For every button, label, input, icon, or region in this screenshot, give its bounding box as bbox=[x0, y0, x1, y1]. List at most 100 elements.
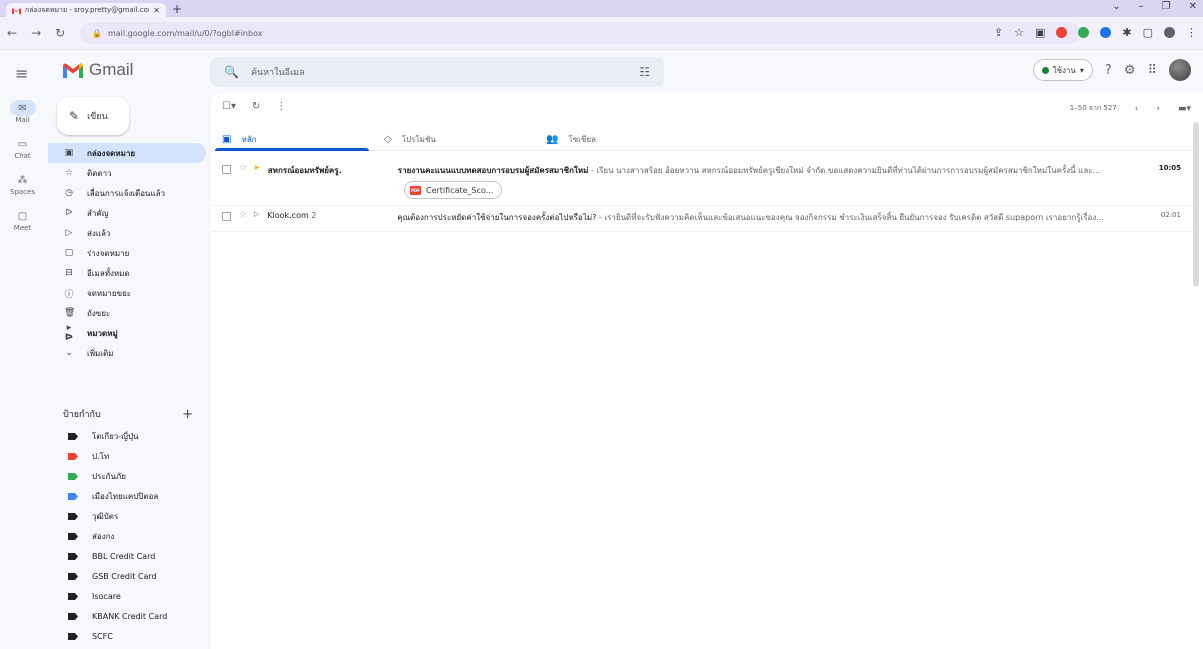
bookmark-star-icon[interactable]: ☆ bbox=[1014, 26, 1024, 39]
star-toggle-icon[interactable]: ☆ bbox=[239, 210, 247, 220]
star-toggle-icon[interactable]: ☆ bbox=[239, 163, 247, 173]
rail-item-spaces[interactable]: ⁂ Spaces bbox=[0, 172, 45, 197]
new-tab-button[interactable]: + bbox=[172, 2, 182, 16]
label-item[interactable]: วุฒิบัตร bbox=[48, 506, 206, 526]
search-bar[interactable]: 🔍 ค้นหาในอีเมล ☷ bbox=[210, 57, 664, 87]
label-name: BBL Credit Card bbox=[92, 551, 156, 561]
search-input[interactable]: ค้นหาในอีเมล bbox=[251, 65, 627, 79]
important-marker-icon[interactable]: ➤ bbox=[253, 163, 260, 172]
spam-icon: ⓘ bbox=[64, 289, 74, 300]
gmail-favicon-icon bbox=[12, 7, 21, 14]
label-item[interactable]: SCFC bbox=[48, 626, 206, 646]
account-avatar[interactable] bbox=[1169, 59, 1191, 81]
main-menu-icon[interactable]: ≡ bbox=[15, 64, 28, 83]
tab-primary[interactable]: ▣ หลัก bbox=[211, 129, 373, 151]
row-checkbox[interactable] bbox=[222, 212, 231, 221]
nav-item-important[interactable]: ᐅ สำคัญ bbox=[48, 203, 206, 223]
prev-page-icon[interactable]: ‹ bbox=[1135, 104, 1139, 114]
tab-promotions[interactable]: ◇ โปรโมชัน bbox=[373, 129, 535, 150]
gmail-logo[interactable]: Gmail bbox=[62, 60, 133, 80]
nav-item-inbox[interactable]: ▣ กล่องจดหมาย bbox=[48, 143, 206, 163]
search-options-icon[interactable]: ☷ bbox=[639, 65, 650, 79]
minimize-icon[interactable]: – bbox=[1139, 1, 1144, 12]
rail-item-meet[interactable]: ▢ Meet bbox=[0, 208, 45, 233]
vpn-extension-icon[interactable] bbox=[1100, 27, 1112, 38]
restore-icon[interactable]: ❐ bbox=[1162, 1, 1171, 12]
extension-box-icon[interactable]: ▣ bbox=[1035, 26, 1045, 39]
categories-icon: ▸ ᐅ bbox=[64, 323, 74, 343]
nav-item-drafts[interactable]: ▢ ร่างจดหมาย bbox=[48, 243, 206, 263]
inbox-tab-icon: ▣ bbox=[222, 134, 232, 145]
green-extension-icon[interactable] bbox=[1078, 27, 1090, 38]
compose-label: เขียน bbox=[87, 112, 108, 122]
address-bar[interactable]: 🔒 mail.google.com/mail/u/0/?ogbl#inbox bbox=[80, 22, 1080, 44]
email-row[interactable]: ☆ ᐅ Klook.com 2 คุณต้องการประหยัดค่าใช้จ… bbox=[211, 206, 1193, 232]
label-item[interactable]: BBL Credit Card bbox=[48, 546, 206, 566]
label-item[interactable]: ประกันภัย bbox=[48, 466, 206, 486]
help-icon[interactable]: ? bbox=[1105, 63, 1112, 78]
close-window-icon[interactable]: ✕ bbox=[1189, 1, 1197, 12]
input-tools-icon[interactable]: ▬▾ bbox=[1178, 104, 1191, 114]
label-item[interactable]: GSB Credit Card bbox=[48, 566, 206, 586]
nav-item-categories[interactable]: ▸ ᐅ หมวดหมู่ bbox=[48, 323, 206, 343]
nav-item-spam[interactable]: ⓘ จดหมายขยะ bbox=[48, 283, 206, 303]
apps-grid-icon[interactable]: ⠿ bbox=[1147, 63, 1157, 78]
search-icon[interactable]: 🔍 bbox=[224, 65, 239, 79]
label-item[interactable]: ส่องกง bbox=[48, 526, 206, 546]
next-page-icon[interactable]: › bbox=[1156, 104, 1160, 114]
back-icon[interactable]: ← bbox=[7, 26, 17, 40]
extensions-puzzle-icon[interactable]: ✱ bbox=[1122, 26, 1131, 39]
all-mail-icon: ⊟ bbox=[65, 268, 73, 278]
email-row[interactable]: ☆ ➤ สหกรณ์ออมทรัพย์ครู. รายงานคะแนนแบบทด… bbox=[211, 159, 1193, 206]
share-icon[interactable]: ⇪ bbox=[994, 26, 1003, 39]
close-tab-icon[interactable]: ✕ bbox=[153, 6, 160, 15]
row-checkbox[interactable] bbox=[222, 165, 231, 174]
labels-title: ป้ายกำกับ bbox=[63, 410, 101, 420]
tab-search-icon[interactable]: ⌄ bbox=[1112, 1, 1120, 12]
gmail-m-icon bbox=[63, 62, 83, 78]
browser-tab[interactable]: กล่องจดหมาย - sroy.pretty@gmail.com ✕ bbox=[6, 3, 166, 17]
status-label: ใช้งาน bbox=[1052, 65, 1076, 75]
settings-gear-icon[interactable]: ⚙ bbox=[1124, 63, 1136, 78]
nav-item-snoozed[interactable]: ◷ เลื่อนการแจ้งเตือนแล้ว bbox=[48, 183, 206, 203]
scrollbar[interactable] bbox=[1193, 122, 1199, 287]
rail-item-chat[interactable]: ▭ Chat bbox=[0, 136, 45, 161]
adblock-extension-icon[interactable] bbox=[1056, 27, 1068, 38]
more-actions-icon[interactable]: ⋮ bbox=[276, 101, 286, 112]
email-sender: Klook.com 2 bbox=[267, 211, 397, 220]
attachment-chip[interactable]: PDF Certificate_Sco... bbox=[404, 181, 503, 199]
rail-label: Mail bbox=[15, 116, 30, 124]
important-marker-icon[interactable]: ᐅ bbox=[253, 210, 259, 219]
nav-item-trash[interactable]: 🗑 ถังขยะ bbox=[48, 303, 206, 323]
browser-menu-icon[interactable]: ⋮ bbox=[1186, 26, 1197, 39]
nav-item-sent[interactable]: ▷ ส่งแล้ว bbox=[48, 223, 206, 243]
nav-item-more[interactable]: ⌄ เพิ่มเติม bbox=[48, 343, 206, 363]
label-tag-icon bbox=[68, 612, 78, 620]
more-icon: ⌄ bbox=[65, 348, 73, 358]
nav-item-starred[interactable]: ☆ ติดดาว bbox=[48, 163, 206, 183]
forward-icon[interactable]: → bbox=[31, 26, 41, 40]
profile-icon[interactable] bbox=[1164, 27, 1175, 38]
select-all-checkbox[interactable]: ☐▾ bbox=[222, 101, 236, 112]
label-item[interactable]: โตเกียว-ญี่ปุ่น bbox=[48, 426, 206, 446]
nav-label: เพิ่มเติม bbox=[87, 348, 114, 358]
label-name: ส่องกง bbox=[92, 531, 115, 541]
mail-list-panel: ☐▾ ↻ ⋮ 1–50 จาก 527 ‹ › ▬▾ ▣ หลัก ◇ โปรโ… bbox=[211, 93, 1203, 649]
tab-social[interactable]: 👥 โซเชียล bbox=[535, 129, 697, 150]
label-name: ป.โท bbox=[92, 451, 110, 461]
label-item[interactable]: Isocare bbox=[48, 586, 206, 606]
rail-item-mail[interactable]: ✉ Mail bbox=[0, 100, 45, 124]
reload-icon[interactable]: ↻ bbox=[55, 26, 65, 40]
compose-button[interactable]: ✎ เขียน bbox=[57, 97, 129, 135]
status-selector[interactable]: ใช้งาน ▾ bbox=[1032, 59, 1093, 81]
add-label-icon[interactable]: + bbox=[182, 407, 193, 422]
label-item[interactable]: ป.โท bbox=[48, 446, 206, 466]
nav-label: กล่องจดหมาย bbox=[87, 148, 136, 158]
nav-item-all-mail[interactable]: ⊟ อีเมลทั้งหมด bbox=[48, 263, 206, 283]
nav-label: อีเมลทั้งหมด bbox=[87, 268, 130, 278]
label-item[interactable]: KBANK Credit Card bbox=[48, 606, 206, 626]
refresh-icon[interactable]: ↻ bbox=[252, 101, 260, 112]
side-panel-icon[interactable]: ▢ bbox=[1143, 26, 1153, 39]
thread-count: 2 bbox=[311, 211, 317, 220]
label-item[interactable]: เมืองไทยแคปปิตอล bbox=[48, 486, 206, 506]
